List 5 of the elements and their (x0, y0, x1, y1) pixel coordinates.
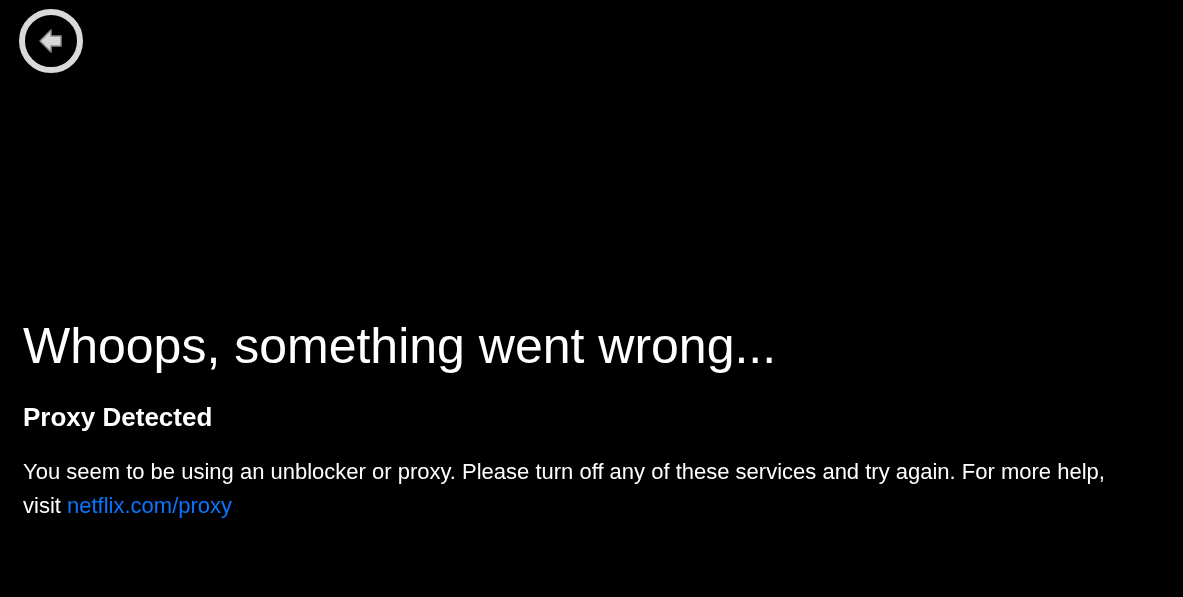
error-subtitle: Proxy Detected (23, 401, 214, 433)
help-link[interactable]: netflix.com/proxy (67, 493, 233, 518)
back-button[interactable] (18, 8, 84, 74)
error-message: You seem to be using an unblocker or proxy. Please turn off any of these services and try again. For more help, visit netflix.com/proxy (23, 458, 1106, 520)
error-title: Whoops, something went wrong... (23, 317, 778, 376)
